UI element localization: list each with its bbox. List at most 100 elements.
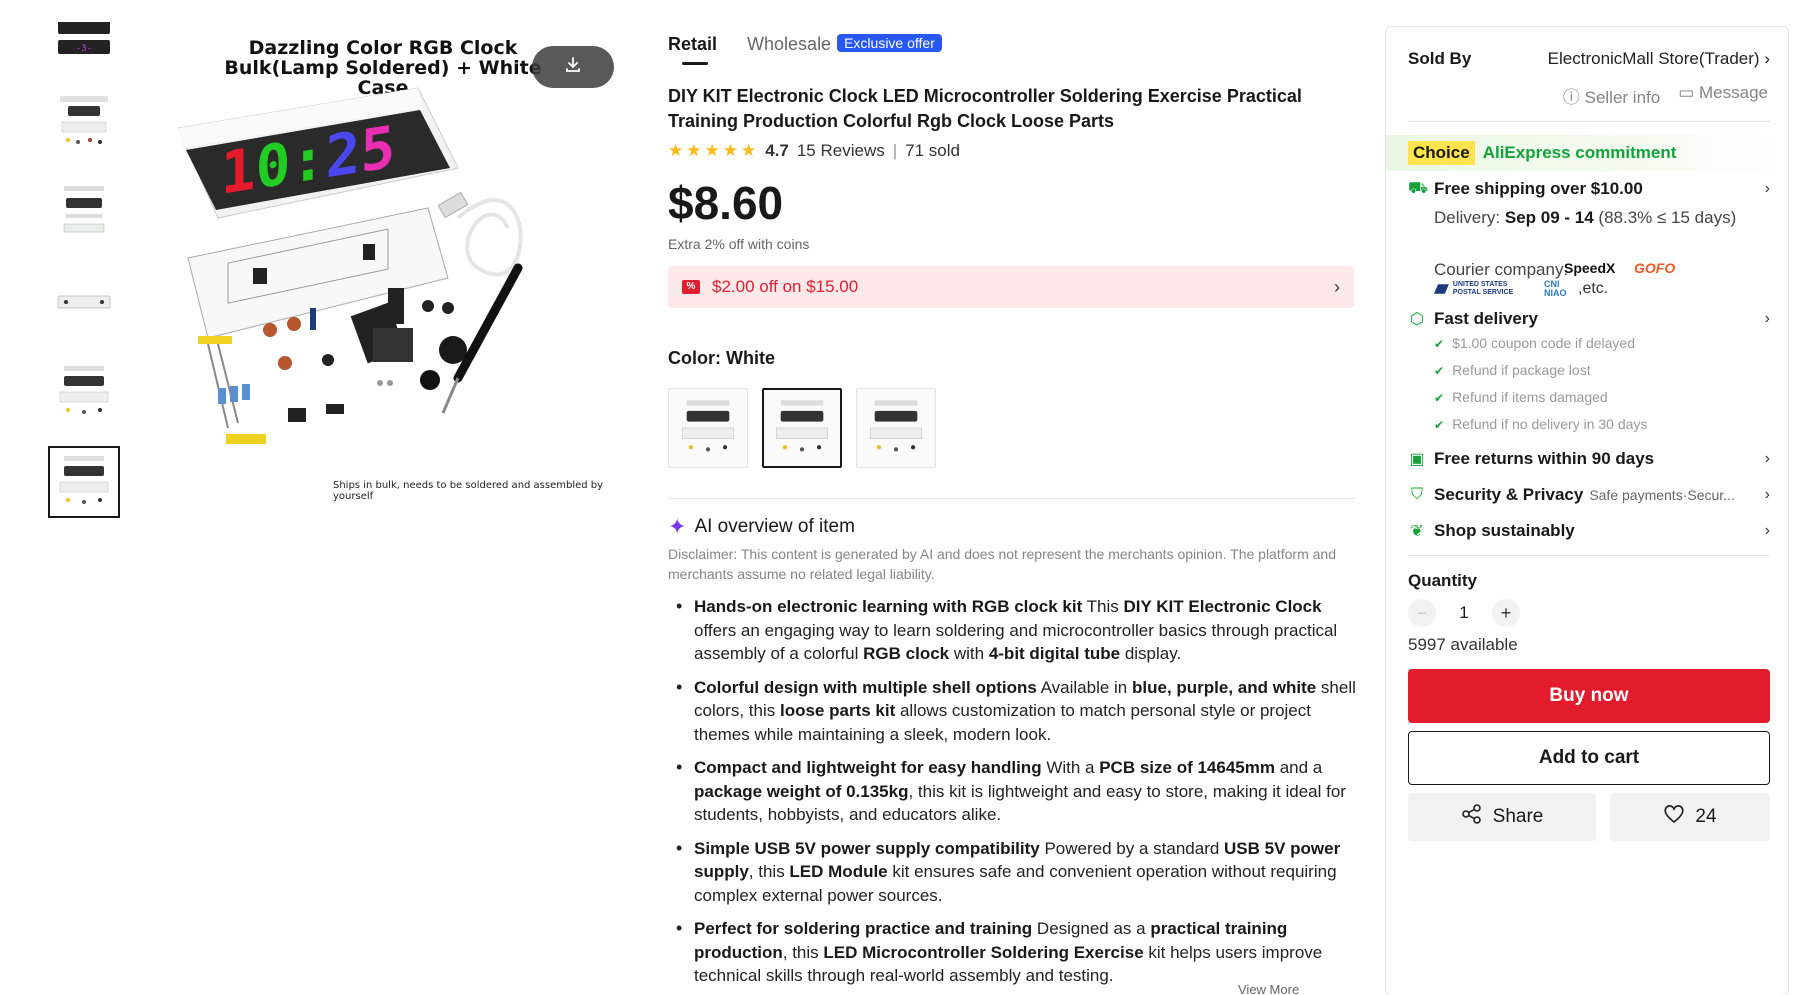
color-swatch-2-selected[interactable] [762, 388, 842, 468]
tab-wholesale-label: Wholesale [747, 34, 832, 54]
commitment-bar: Choice AliExpress commitment [1386, 135, 1788, 171]
store-name: ElectronicMall Store(Trader) [1547, 49, 1760, 68]
purchase-panel: Sold By ElectronicMall Store(Trader) › ⓘ… [1385, 26, 1789, 995]
thumbnail-3[interactable] [50, 178, 118, 246]
fast-delivery-item: ✔ $1.00 coupon code if delayed [1434, 335, 1635, 351]
chevron-right-icon: › [1764, 450, 1770, 467]
fast-delivery-row[interactable]: ⬡ Fast delivery › [1408, 309, 1770, 329]
wishlist-button[interactable]: 24 [1610, 793, 1770, 841]
chevron-right-icon: › [1764, 310, 1770, 327]
fast-delivery-item: ✔ Refund if package lost [1434, 362, 1591, 378]
chevron-right-icon: › [1764, 522, 1770, 539]
share-label: Share [1492, 806, 1544, 827]
ai-overview-heading: ✦ AI overview of item [668, 514, 855, 540]
share-icon [1461, 803, 1483, 831]
ai-bullet: Simple USB 5V power supply compatibility… [668, 837, 1358, 908]
message-label: Message [1699, 83, 1768, 102]
color-swatch-3[interactable] [856, 388, 936, 468]
etc-label: ,etc. [1578, 280, 1609, 297]
thumbnail-strip: -3- [48, 22, 122, 538]
digit-0: 0 [256, 129, 291, 202]
free-shipping-row[interactable]: ⛟ Free shipping over $10.00 › [1408, 179, 1770, 199]
sparkle-icon: ✦ [668, 514, 687, 539]
tab-retail[interactable]: Retail [668, 34, 717, 65]
speedx-logo: SpeedX [1564, 260, 1616, 276]
thumbnail-4[interactable] [50, 268, 118, 336]
delivery-dates: Sep 09 - 14 [1504, 208, 1594, 227]
info-icon: ⓘ [1562, 88, 1580, 107]
return-box-icon: ▣ [1409, 451, 1425, 468]
chevron-right-icon: › [1334, 276, 1340, 297]
seller-info-label: Seller info [1584, 88, 1661, 107]
security-row[interactable]: ⛉ Security & Privacy Safe payments·Secur… [1408, 485, 1770, 505]
sold-count: 71 sold [905, 141, 960, 160]
courier-logos: UNITED STATES POSTAL SERVICE CNI NIAO ,e… [1434, 280, 1608, 298]
security-label: Security & Privacy [1434, 485, 1584, 504]
ai-bullet-list: Hands-on electronic learning with RGB cl… [668, 595, 1358, 995]
divider [1408, 121, 1770, 122]
check-icon: ✔ [1434, 418, 1445, 432]
usps-logo: UNITED STATES POSTAL SERVICE [1434, 281, 1532, 297]
coupon-banner[interactable]: % $2.00 off on $15.00 › [668, 266, 1354, 308]
check-icon: ✔ [1434, 364, 1445, 378]
fast-delivery-label: Fast delivery [1434, 309, 1538, 328]
divider [668, 498, 1354, 499]
store-link[interactable]: ElectronicMall Store(Trader) › [1548, 49, 1770, 69]
digit-colon: : [291, 124, 326, 197]
decrease-qty-button[interactable]: − [1408, 599, 1436, 627]
ai-bullet: Hands-on electronic learning with RGB cl… [668, 595, 1358, 666]
gofo-logo: GOFO [1634, 260, 1676, 276]
free-returns-row[interactable]: ▣ Free returns within 90 days › [1408, 449, 1770, 469]
seller-links: ⓘ Seller info ▭ Message [1563, 83, 1768, 108]
star-rating-icon: ★★★★★ [668, 141, 760, 160]
message-link[interactable]: ▭ Message [1678, 83, 1768, 108]
separator: | [892, 141, 898, 160]
thumbnail-5[interactable] [50, 358, 118, 426]
quantity-label: Quantity [1408, 571, 1477, 590]
delivery-info: Delivery: Sep 09 - 14 (88.3% ≤ 15 days) [1434, 208, 1737, 227]
rating-row: ★★★★★ 4.7 15 Reviews | 71 sold [668, 141, 960, 161]
main-product-image[interactable]: Dazzling Color RGB Clock Bulk(Lamp Solde… [158, 28, 628, 508]
free-shipping-label: Free shipping over $10.00 [1434, 179, 1643, 198]
chevron-right-icon: › [1764, 49, 1770, 68]
chevron-right-icon: › [1764, 486, 1770, 503]
security-shield-icon: ⛉ [1410, 486, 1423, 503]
increase-qty-button[interactable]: + [1492, 599, 1520, 627]
security-note: Safe payments·Secur... [1589, 487, 1735, 503]
view-more-link[interactable]: View More [1238, 982, 1299, 995]
image-caption: Ships in bulk, needs to be soldered and … [333, 480, 604, 502]
digit-5: 5 [360, 113, 395, 186]
sustain-label: Shop sustainably [1434, 521, 1575, 540]
chevron-right-icon: › [1764, 180, 1770, 197]
available-count: 5997 available [1408, 635, 1518, 654]
ai-disclaimer: Disclaimer: This content is generated by… [668, 546, 1336, 582]
ai-bullet: Perfect for soldering practice and train… [668, 917, 1358, 988]
share-button[interactable]: Share [1408, 793, 1596, 841]
thumbnail-6-selected[interactable] [48, 446, 120, 518]
price: $8.60 [668, 177, 784, 229]
reviews-link[interactable]: 15 Reviews [797, 141, 885, 161]
add-to-cart-button[interactable]: Add to cart [1408, 731, 1770, 785]
truck-icon: ⛟ [1408, 180, 1429, 197]
product-title: DIY KIT Electronic Clock LED Microcontro… [668, 86, 1302, 131]
fast-delivery-item: ✔ Refund if no delivery in 30 days [1434, 416, 1648, 432]
coupon-text: $2.00 off on $15.00 [712, 277, 859, 296]
check-icon: ✔ [1434, 391, 1445, 405]
quantity-value[interactable]: 1 [1450, 603, 1478, 623]
check-icon: ✔ [1434, 337, 1445, 351]
price-mode-tabs: Retail Wholesale Exclusive offer [668, 34, 942, 65]
coins-note: Extra 2% off with coins [668, 236, 810, 252]
shield-check-icon: ⬡ [1410, 311, 1424, 328]
choice-badge: Choice [1408, 141, 1475, 165]
seller-info-link[interactable]: ⓘ Seller info [1563, 83, 1660, 108]
cainiao-logo: CNI NIAO [1544, 279, 1567, 298]
thumbnail-2[interactable] [50, 88, 118, 156]
tab-wholesale[interactable]: Wholesale Exclusive offer [747, 34, 942, 55]
buy-now-button[interactable]: Buy now [1408, 669, 1770, 723]
sustainability-row[interactable]: ❦ Shop sustainably › [1408, 521, 1770, 541]
thumbnail-1[interactable]: -3- [50, 22, 118, 66]
wishlist-count: 24 [1695, 806, 1717, 827]
sold-by-label: Sold By [1408, 49, 1472, 68]
ai-heading-text: AI overview of item [694, 516, 855, 537]
color-swatch-1[interactable] [668, 388, 748, 468]
